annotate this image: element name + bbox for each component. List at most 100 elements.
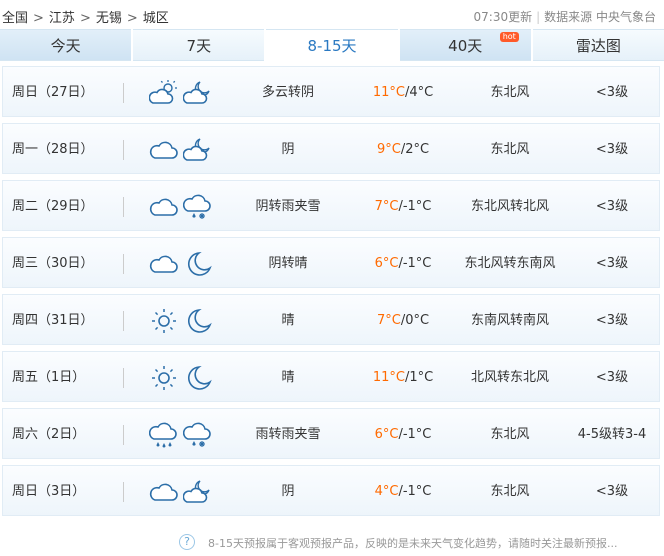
temperature: 7°C/-1°C	[353, 181, 453, 232]
forecast-day: 周三（30日）	[12, 256, 94, 271]
low-temp: /0°C	[400, 313, 430, 328]
row-divider	[123, 482, 124, 502]
forecast-row: 周日（3日） 阴 4°C/-1°C 东北风 <3级	[2, 465, 660, 516]
high-temp: 7°C	[374, 199, 399, 214]
wind-direction: 东北风转东南风	[464, 256, 556, 271]
wind-level: <3级	[595, 142, 629, 157]
wind-level: <3级	[595, 85, 629, 100]
row-divider	[123, 311, 124, 331]
wind-direction: 东北风转北风	[470, 199, 549, 214]
forecast-day: 周二（29日）	[12, 199, 94, 214]
breadcrumb-separator: >	[33, 11, 44, 26]
forecast-day: 周一（28日）	[12, 142, 94, 157]
low-temp: /2°C	[400, 142, 430, 157]
weather-description: 雨转雨夹雪	[255, 427, 321, 442]
low-temp: /-1°C	[398, 199, 432, 214]
row-divider	[123, 197, 124, 217]
weather-icons	[149, 364, 219, 392]
high-temp: 11°C	[372, 85, 405, 100]
wind-direction: 北风转东北风	[470, 370, 549, 385]
data-source: 数据来源 中央气象台	[544, 10, 656, 24]
high-temp: 6°C	[374, 427, 399, 442]
weather-description: 阴	[281, 142, 295, 157]
forecast-row: 周日（27日） 多云转阴 11°C/4°C 东北风 <3级	[2, 66, 660, 117]
low-temp: /-1°C	[398, 256, 432, 271]
weather-description: 阴	[281, 484, 295, 499]
weather-description: 多云转阴	[261, 85, 314, 100]
tab-radar[interactable]: 雷达图	[532, 29, 664, 61]
tab-7-days[interactable]: 7天	[133, 29, 265, 61]
wind-level: <3级	[595, 313, 629, 328]
row-divider	[123, 83, 124, 103]
forecast-note: 8-15天预报属于客观预报产品，反映的是未来天气变化趋势，请随时关注最新预报..…	[208, 537, 618, 550]
breadcrumb: 全国 > 江苏 > 无锡 > 城区	[2, 7, 169, 26]
breadcrumb-wuxi[interactable]: 无锡	[96, 11, 122, 26]
wind-level: <3级	[595, 370, 629, 385]
weather-icons	[149, 79, 219, 107]
breadcrumb-jiangsu[interactable]: 江苏	[49, 11, 75, 26]
weather-icons	[149, 193, 219, 221]
temperature: 6°C/-1°C	[353, 409, 453, 460]
wind-direction: 东南风转南风	[470, 313, 549, 328]
tab-today[interactable]: 今天	[0, 29, 132, 61]
wind-level: 4-5级转3-4	[577, 427, 647, 442]
low-temp: /-1°C	[398, 484, 432, 499]
row-divider	[123, 425, 124, 445]
high-temp: 6°C	[374, 256, 399, 271]
low-temp: /4°C	[404, 85, 434, 100]
wind-direction: 东北风	[490, 142, 530, 157]
weather-icons	[149, 136, 219, 164]
forecast-day: 周五（1日）	[12, 370, 86, 385]
temperature: 9°C/2°C	[353, 124, 453, 175]
update-info: 07:30更新 | 数据来源 中央气象台	[473, 10, 656, 24]
weather-icons	[149, 421, 219, 449]
tab-40-days[interactable]: 40天 hot	[399, 29, 531, 61]
header-bar: 全国 > 江苏 > 无锡 > 城区 07:30更新 | 数据来源 中央气象台	[0, 0, 664, 30]
breadcrumb-current: 城区	[142, 11, 169, 26]
wind-direction: 东北风	[490, 427, 530, 442]
breadcrumb-separator: >	[126, 11, 138, 26]
hot-badge: hot	[499, 32, 519, 42]
update-time: 07:30更新	[473, 10, 533, 24]
forecast-row: 周二（29日） 阴转雨夹雪 7°C/-1°C 东北风转北风 <3级	[2, 180, 660, 231]
temperature: 11°C/1°C	[353, 352, 453, 403]
high-temp: 11°C	[372, 370, 405, 385]
weather-description: 晴	[281, 313, 295, 328]
wind-level: <3级	[595, 484, 629, 499]
high-temp: 9°C	[376, 142, 401, 157]
row-divider	[123, 140, 124, 160]
temperature: 6°C/-1°C	[353, 238, 453, 289]
forecast-day: 周六（2日）	[12, 427, 86, 442]
forecast-row: 周五（1日） 晴 11°C/1°C 北风转东北风 <3级	[2, 351, 660, 402]
wind-level: <3级	[595, 256, 629, 271]
wind-direction: 东北风	[490, 484, 530, 499]
forecast-day: 周日（27日）	[12, 85, 94, 100]
forecast-day: 周四（31日）	[12, 313, 94, 328]
forecast-row: 周一（28日） 阴 9°C/2°C 东北风 <3级	[2, 123, 660, 174]
row-divider	[123, 368, 124, 388]
low-temp: /1°C	[404, 370, 434, 385]
temperature: 11°C/4°C	[353, 67, 453, 118]
row-divider	[123, 254, 124, 274]
breadcrumb-separator: >	[79, 11, 91, 26]
wind-level: <3级	[595, 199, 629, 214]
high-temp: 4°C	[374, 484, 399, 499]
wind-direction: 东北风	[490, 85, 530, 100]
temperature: 4°C/-1°C	[353, 466, 453, 517]
weather-description: 晴	[281, 370, 295, 385]
forecast-row: 周六（2日） 雨转雨夹雪 6°C/-1°C 东北风 4-5级转3-4	[2, 408, 660, 459]
weather-icons	[149, 307, 219, 335]
high-temp: 7°C	[376, 313, 401, 328]
forecast-tabs: 今天 7天 8-15天 40天 hot 雷达图	[0, 29, 664, 61]
tab-8-15-days[interactable]: 8-15天	[266, 29, 398, 61]
temperature: 7°C/0°C	[353, 295, 453, 346]
breadcrumb-national[interactable]: 全国	[2, 11, 28, 26]
weather-description: 阴转雨夹雪	[255, 199, 321, 214]
weather-icons	[149, 250, 219, 278]
weather-icons	[149, 478, 219, 506]
low-temp: /-1°C	[398, 427, 432, 442]
forecast-day: 周日（3日）	[12, 484, 86, 499]
forecast-row: 周四（31日） 晴 7°C/0°C 东南风转南风 <3级	[2, 294, 660, 345]
forecast-row: 周三（30日） 阴转晴 6°C/-1°C 东北风转东南风 <3级	[2, 237, 660, 288]
weather-description: 阴转晴	[268, 256, 308, 271]
